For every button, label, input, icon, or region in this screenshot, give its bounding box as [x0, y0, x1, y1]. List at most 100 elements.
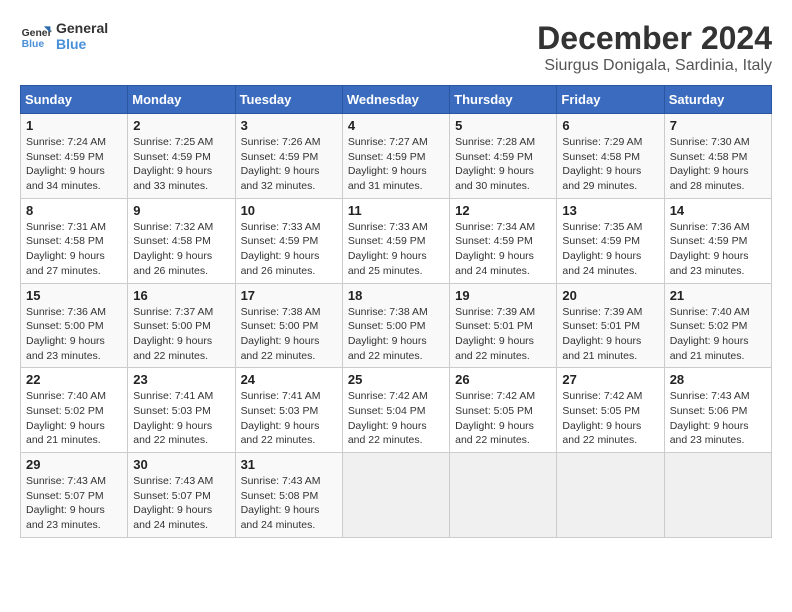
calendar-cell: 12 Sunrise: 7:34 AM Sunset: 4:59 PM Dayl…: [450, 198, 557, 283]
day-of-week-header: Tuesday: [235, 86, 342, 114]
calendar-cell: 30 Sunrise: 7:43 AM Sunset: 5:07 PM Dayl…: [128, 453, 235, 538]
calendar-cell: 21 Sunrise: 7:40 AM Sunset: 5:02 PM Dayl…: [664, 283, 771, 368]
day-number: 11: [348, 203, 444, 218]
day-number: 16: [133, 288, 229, 303]
logo-general: General: [56, 20, 108, 36]
calendar-cell: [342, 453, 449, 538]
calendar-cell: 4 Sunrise: 7:27 AM Sunset: 4:59 PM Dayli…: [342, 114, 449, 199]
day-info: Sunrise: 7:43 AM Sunset: 5:08 PM Dayligh…: [241, 474, 337, 533]
calendar-cell: 9 Sunrise: 7:32 AM Sunset: 4:58 PM Dayli…: [128, 198, 235, 283]
calendar-cell: 16 Sunrise: 7:37 AM Sunset: 5:00 PM Dayl…: [128, 283, 235, 368]
day-info: Sunrise: 7:35 AM Sunset: 4:59 PM Dayligh…: [562, 220, 658, 279]
calendar-cell: 14 Sunrise: 7:36 AM Sunset: 4:59 PM Dayl…: [664, 198, 771, 283]
day-info: Sunrise: 7:41 AM Sunset: 5:03 PM Dayligh…: [133, 389, 229, 448]
day-info: Sunrise: 7:43 AM Sunset: 5:07 PM Dayligh…: [26, 474, 122, 533]
calendar-cell: 26 Sunrise: 7:42 AM Sunset: 5:05 PM Dayl…: [450, 368, 557, 453]
day-number: 2: [133, 118, 229, 133]
calendar-cell: 27 Sunrise: 7:42 AM Sunset: 5:05 PM Dayl…: [557, 368, 664, 453]
day-info: Sunrise: 7:39 AM Sunset: 5:01 PM Dayligh…: [455, 305, 551, 364]
day-info: Sunrise: 7:24 AM Sunset: 4:59 PM Dayligh…: [26, 135, 122, 194]
day-number: 3: [241, 118, 337, 133]
calendar-cell: 6 Sunrise: 7:29 AM Sunset: 4:58 PM Dayli…: [557, 114, 664, 199]
day-info: Sunrise: 7:34 AM Sunset: 4:59 PM Dayligh…: [455, 220, 551, 279]
day-info: Sunrise: 7:40 AM Sunset: 5:02 PM Dayligh…: [670, 305, 766, 364]
day-of-week-header: Friday: [557, 86, 664, 114]
day-info: Sunrise: 7:28 AM Sunset: 4:59 PM Dayligh…: [455, 135, 551, 194]
day-number: 24: [241, 372, 337, 387]
calendar-body: 1 Sunrise: 7:24 AM Sunset: 4:59 PM Dayli…: [21, 114, 772, 538]
calendar-cell: 7 Sunrise: 7:30 AM Sunset: 4:58 PM Dayli…: [664, 114, 771, 199]
day-info: Sunrise: 7:27 AM Sunset: 4:59 PM Dayligh…: [348, 135, 444, 194]
calendar-week-row: 22 Sunrise: 7:40 AM Sunset: 5:02 PM Dayl…: [21, 368, 772, 453]
day-info: Sunrise: 7:33 AM Sunset: 4:59 PM Dayligh…: [241, 220, 337, 279]
calendar-cell: 19 Sunrise: 7:39 AM Sunset: 5:01 PM Dayl…: [450, 283, 557, 368]
day-info: Sunrise: 7:39 AM Sunset: 5:01 PM Dayligh…: [562, 305, 658, 364]
calendar-cell: 17 Sunrise: 7:38 AM Sunset: 5:00 PM Dayl…: [235, 283, 342, 368]
day-info: Sunrise: 7:36 AM Sunset: 4:59 PM Dayligh…: [670, 220, 766, 279]
calendar-cell: 28 Sunrise: 7:43 AM Sunset: 5:06 PM Dayl…: [664, 368, 771, 453]
calendar-week-row: 8 Sunrise: 7:31 AM Sunset: 4:58 PM Dayli…: [21, 198, 772, 283]
calendar-table: SundayMondayTuesdayWednesdayThursdayFrid…: [20, 85, 772, 538]
day-number: 31: [241, 457, 337, 472]
day-number: 13: [562, 203, 658, 218]
header-row: SundayMondayTuesdayWednesdayThursdayFrid…: [21, 86, 772, 114]
day-of-week-header: Thursday: [450, 86, 557, 114]
calendar-cell: [450, 453, 557, 538]
day-of-week-header: Sunday: [21, 86, 128, 114]
day-info: Sunrise: 7:42 AM Sunset: 5:04 PM Dayligh…: [348, 389, 444, 448]
calendar-cell: 23 Sunrise: 7:41 AM Sunset: 5:03 PM Dayl…: [128, 368, 235, 453]
day-number: 21: [670, 288, 766, 303]
day-info: Sunrise: 7:41 AM Sunset: 5:03 PM Dayligh…: [241, 389, 337, 448]
calendar-cell: 31 Sunrise: 7:43 AM Sunset: 5:08 PM Dayl…: [235, 453, 342, 538]
day-number: 12: [455, 203, 551, 218]
day-number: 22: [26, 372, 122, 387]
day-info: Sunrise: 7:29 AM Sunset: 4:58 PM Dayligh…: [562, 135, 658, 194]
day-number: 19: [455, 288, 551, 303]
day-number: 4: [348, 118, 444, 133]
title-block: December 2024 Siurgus Donigala, Sardinia…: [537, 20, 772, 75]
day-number: 6: [562, 118, 658, 133]
calendar-title: December 2024: [537, 20, 772, 57]
calendar-cell: 10 Sunrise: 7:33 AM Sunset: 4:59 PM Dayl…: [235, 198, 342, 283]
day-info: Sunrise: 7:31 AM Sunset: 4:58 PM Dayligh…: [26, 220, 122, 279]
day-number: 27: [562, 372, 658, 387]
calendar-cell: 15 Sunrise: 7:36 AM Sunset: 5:00 PM Dayl…: [21, 283, 128, 368]
logo: General Blue General Blue: [20, 20, 108, 52]
day-number: 23: [133, 372, 229, 387]
day-number: 28: [670, 372, 766, 387]
calendar-header: SundayMondayTuesdayWednesdayThursdayFrid…: [21, 86, 772, 114]
calendar-cell: 22 Sunrise: 7:40 AM Sunset: 5:02 PM Dayl…: [21, 368, 128, 453]
day-number: 7: [670, 118, 766, 133]
calendar-week-row: 29 Sunrise: 7:43 AM Sunset: 5:07 PM Dayl…: [21, 453, 772, 538]
calendar-cell: [557, 453, 664, 538]
calendar-week-row: 1 Sunrise: 7:24 AM Sunset: 4:59 PM Dayli…: [21, 114, 772, 199]
day-info: Sunrise: 7:37 AM Sunset: 5:00 PM Dayligh…: [133, 305, 229, 364]
calendar-cell: 3 Sunrise: 7:26 AM Sunset: 4:59 PM Dayli…: [235, 114, 342, 199]
logo-icon: General Blue: [20, 20, 52, 52]
logo-blue: Blue: [56, 36, 108, 52]
svg-text:Blue: Blue: [22, 39, 45, 50]
day-of-week-header: Monday: [128, 86, 235, 114]
day-info: Sunrise: 7:33 AM Sunset: 4:59 PM Dayligh…: [348, 220, 444, 279]
day-info: Sunrise: 7:42 AM Sunset: 5:05 PM Dayligh…: [562, 389, 658, 448]
day-info: Sunrise: 7:43 AM Sunset: 5:06 PM Dayligh…: [670, 389, 766, 448]
day-info: Sunrise: 7:30 AM Sunset: 4:58 PM Dayligh…: [670, 135, 766, 194]
day-info: Sunrise: 7:38 AM Sunset: 5:00 PM Dayligh…: [348, 305, 444, 364]
day-number: 10: [241, 203, 337, 218]
calendar-cell: 1 Sunrise: 7:24 AM Sunset: 4:59 PM Dayli…: [21, 114, 128, 199]
day-info: Sunrise: 7:40 AM Sunset: 5:02 PM Dayligh…: [26, 389, 122, 448]
day-info: Sunrise: 7:36 AM Sunset: 5:00 PM Dayligh…: [26, 305, 122, 364]
day-info: Sunrise: 7:42 AM Sunset: 5:05 PM Dayligh…: [455, 389, 551, 448]
day-number: 30: [133, 457, 229, 472]
day-info: Sunrise: 7:38 AM Sunset: 5:00 PM Dayligh…: [241, 305, 337, 364]
calendar-cell: [664, 453, 771, 538]
day-number: 20: [562, 288, 658, 303]
calendar-cell: 8 Sunrise: 7:31 AM Sunset: 4:58 PM Dayli…: [21, 198, 128, 283]
day-number: 18: [348, 288, 444, 303]
calendar-cell: 5 Sunrise: 7:28 AM Sunset: 4:59 PM Dayli…: [450, 114, 557, 199]
day-number: 26: [455, 372, 551, 387]
calendar-week-row: 15 Sunrise: 7:36 AM Sunset: 5:00 PM Dayl…: [21, 283, 772, 368]
calendar-cell: 20 Sunrise: 7:39 AM Sunset: 5:01 PM Dayl…: [557, 283, 664, 368]
day-number: 29: [26, 457, 122, 472]
day-number: 1: [26, 118, 122, 133]
